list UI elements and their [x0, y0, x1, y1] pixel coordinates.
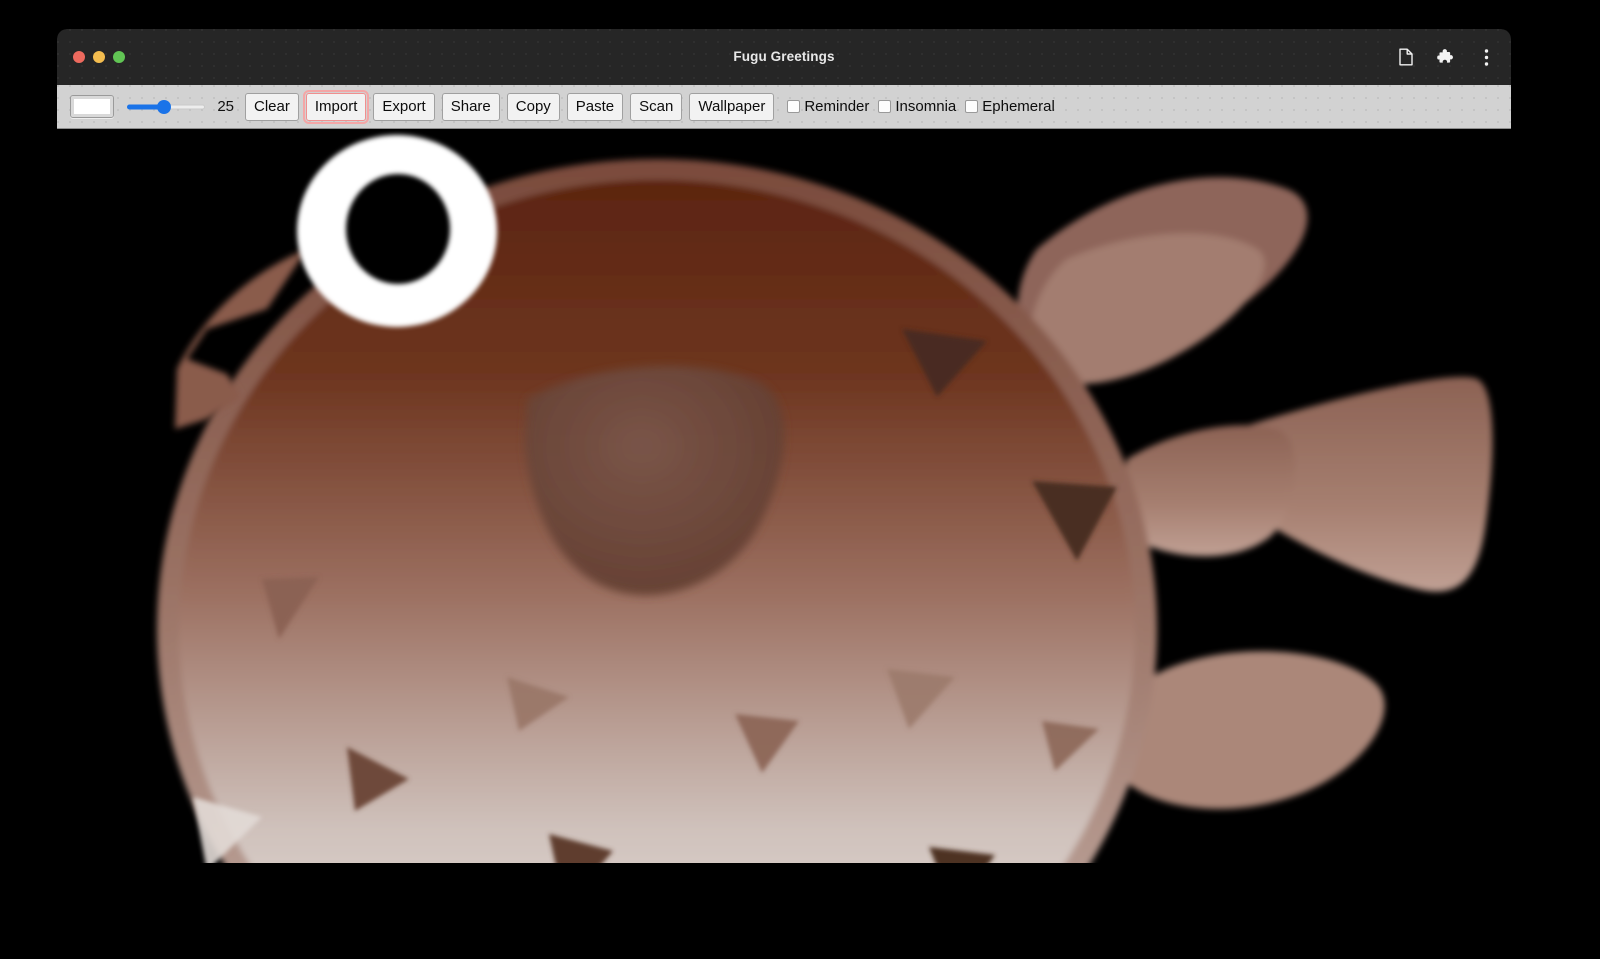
window-title: Fugu Greetings [57, 29, 1511, 85]
traffic-lights [73, 29, 125, 85]
paste-button[interactable]: Paste [567, 93, 623, 121]
reminder-checkbox[interactable] [787, 100, 800, 113]
ephemeral-checkbox-item[interactable]: Ephemeral [965, 98, 1055, 115]
toolbar: 25 Clear Import Export Share Copy Paste … [57, 85, 1511, 129]
puzzle-piece-icon[interactable] [1435, 46, 1457, 68]
reminder-label: Reminder [804, 98, 869, 115]
title-bar-actions [1395, 29, 1497, 85]
scan-button[interactable]: Scan [630, 93, 682, 121]
drawing-canvas[interactable] [57, 129, 1511, 863]
ephemeral-label: Ephemeral [982, 98, 1055, 115]
more-vertical-icon[interactable] [1475, 46, 1497, 68]
line-width-slider[interactable] [127, 97, 205, 117]
slider-thumb[interactable] [157, 100, 171, 114]
minimize-window-button[interactable] [93, 51, 105, 63]
reminder-checkbox-item[interactable]: Reminder [787, 98, 869, 115]
screen: Fugu Greetings [0, 0, 1600, 959]
checkbox-group: Reminder Insomnia Ephemeral [787, 98, 1063, 115]
color-picker-input[interactable] [70, 95, 114, 118]
import-button[interactable]: Import [306, 93, 367, 121]
close-window-button[interactable] [73, 51, 85, 63]
title-bar: Fugu Greetings [57, 29, 1511, 85]
wallpaper-button[interactable]: Wallpaper [689, 93, 774, 121]
copy-button[interactable]: Copy [507, 93, 560, 121]
insomnia-label: Insomnia [895, 98, 956, 115]
export-button[interactable]: Export [373, 93, 434, 121]
page-icon[interactable] [1395, 46, 1417, 68]
maximize-window-button[interactable] [113, 51, 125, 63]
app-window: Fugu Greetings [57, 29, 1511, 863]
ephemeral-checkbox[interactable] [965, 100, 978, 113]
pufferfish-artwork [57, 129, 1511, 863]
insomnia-checkbox[interactable] [878, 100, 891, 113]
clear-button[interactable]: Clear [245, 93, 299, 121]
share-button[interactable]: Share [442, 93, 500, 121]
slider-value-label: 25 [214, 98, 234, 115]
insomnia-checkbox-item[interactable]: Insomnia [878, 98, 956, 115]
